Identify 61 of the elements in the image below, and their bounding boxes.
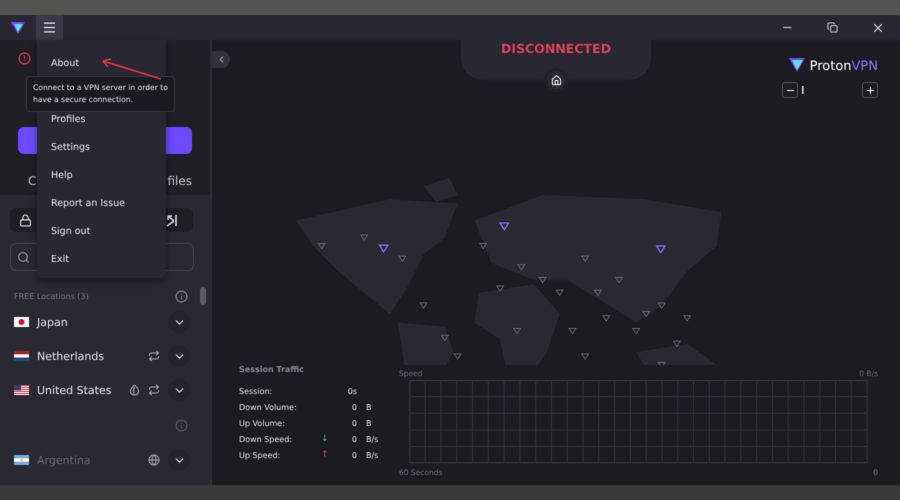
netherlands-flag-icon — [14, 351, 29, 361]
profiles-tab[interactable]: files — [167, 174, 192, 188]
stat-unit: B/s — [365, 434, 379, 444]
section-header: FREE Locations (3) — [14, 292, 90, 300]
country-name[interactable]: Netherlands — [37, 350, 140, 362]
brand-name: ProtonVPN — [810, 58, 878, 74]
countries-tab[interactable]: C — [28, 174, 36, 188]
panel-title: Session Traffic — [239, 365, 306, 376]
menu-icon — [42, 20, 57, 35]
usa-flag-icon — [14, 385, 29, 395]
menu-item[interactable]: Exit — [37, 245, 166, 273]
stat-value: 0 — [350, 402, 357, 412]
zoom-in-button[interactable] — [862, 82, 878, 98]
menu-item[interactable]: Settings — [37, 133, 166, 161]
arrow-glyph: ↑ — [321, 450, 330, 460]
stat-unit: B — [365, 402, 372, 412]
expand-button[interactable] — [168, 311, 190, 333]
stat-label: Down Speed: — [239, 434, 293, 444]
expand-button[interactable] — [168, 345, 190, 367]
zoom-out-button[interactable] — [782, 82, 798, 98]
menu-item[interactable]: About — [37, 49, 166, 77]
search-icon — [17, 250, 30, 264]
secure-core-button[interactable] — [10, 208, 40, 232]
expand-button[interactable] — [168, 449, 190, 471]
country-name[interactable]: United States — [37, 384, 121, 396]
stat-unit: B — [365, 418, 372, 428]
collapse-button[interactable] — [212, 51, 230, 68]
expand-button[interactable] — [168, 379, 190, 401]
menu-button[interactable] — [36, 15, 63, 40]
scrollbar[interactable] — [200, 287, 206, 305]
skip-arrow-icon — [164, 214, 178, 226]
stat-value: 0s — [346, 386, 357, 396]
warning-icon — [18, 52, 31, 65]
p2p-arrows-icon — [148, 384, 160, 396]
menu-item[interactable]: Sign out — [37, 217, 166, 245]
stat-label: Up Volume: — [239, 418, 286, 428]
home-button[interactable] — [544, 68, 568, 92]
onion-icon — [129, 384, 140, 396]
argentina-flag-icon — [14, 455, 29, 465]
plus-icon — [864, 84, 876, 96]
arrow-glyph: ↓ — [321, 434, 330, 444]
japan-flag-icon — [14, 317, 29, 327]
stat-label: Down Volume: — [239, 402, 298, 412]
logo-icon — [788, 56, 806, 72]
stat-unit: B/s — [365, 450, 379, 460]
stat-value: 0 — [350, 450, 357, 460]
restore-icon — [827, 22, 838, 33]
logo-icon — [10, 20, 26, 34]
home-icon — [550, 74, 562, 86]
stat-label: Up Speed: — [239, 450, 282, 460]
lock-icon — [18, 214, 32, 226]
info-icon[interactable] — [175, 290, 188, 302]
p2p-arrows-icon — [148, 350, 160, 362]
stat-label: Session: — [239, 386, 274, 396]
status-text: DISCONNECTED — [501, 41, 611, 58]
stat-value: 0 — [350, 434, 357, 444]
menu-item[interactable]: Help — [37, 161, 166, 189]
country-name[interactable]: Japan — [37, 316, 160, 328]
stat-value: 0 — [350, 418, 357, 428]
globe-icon — [148, 454, 160, 466]
menu-item[interactable]: Report an Issue — [37, 189, 166, 217]
